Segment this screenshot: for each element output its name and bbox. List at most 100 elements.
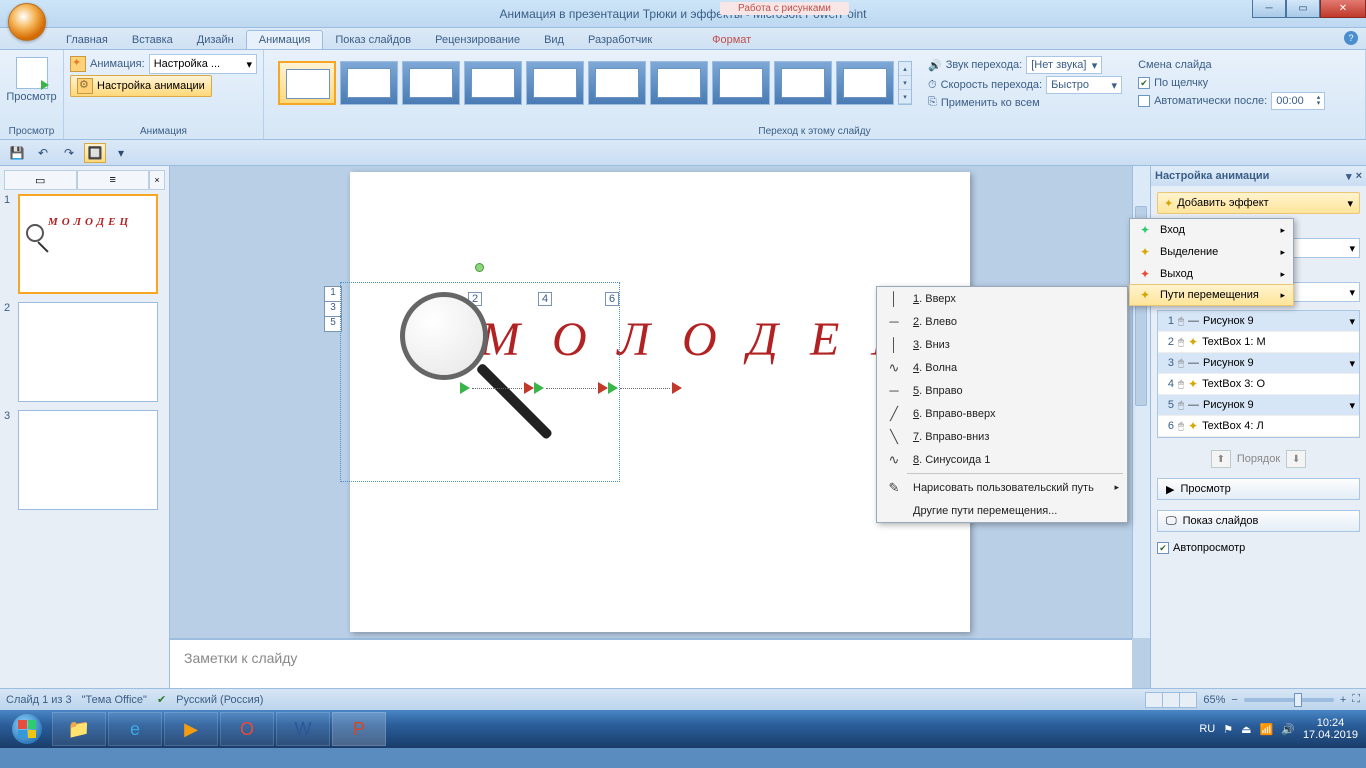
tray-volume-icon[interactable]: 🔊 [1281,723,1295,736]
animate-combo[interactable]: Настройка ...▾ [149,54,257,74]
path-sine[interactable]: ∿8. Синусоида 1 [877,448,1127,471]
path-up[interactable]: │1. Вверх [877,287,1127,310]
apply-all-button[interactable]: ⎘Применить ко всем [928,96,1122,109]
slideshow-view-button[interactable] [1179,692,1197,708]
zoom-out-icon[interactable]: − [1231,694,1237,706]
play-button[interactable]: ▶Просмотр [1157,478,1360,500]
move-up-button[interactable]: ⬆ [1211,450,1231,468]
transition-item[interactable] [402,61,460,105]
tray-safely-remove-icon[interactable]: ⏏ [1241,723,1251,736]
tab-home[interactable]: Главная [54,31,120,49]
start-button[interactable] [4,712,50,746]
gallery-scroll[interactable]: ▴▾▾ [898,61,912,105]
path-down[interactable]: │3. Вниз [877,333,1127,356]
fx-emphasis[interactable]: ✦Выделение▸ [1130,241,1293,263]
transition-gallery[interactable]: ▴▾▾ [270,53,920,113]
notes-pane[interactable]: Заметки к слайду [170,638,1132,688]
transition-none[interactable] [278,61,336,105]
transition-item[interactable] [774,61,832,105]
slideshow-button[interactable]: 🖵Показ слайдов [1157,510,1360,532]
rotate-handle[interactable] [475,263,484,272]
path-upright[interactable]: ╱6. Вправо-вверх [877,402,1127,425]
maximize-button[interactable]: ▭ [1286,0,1320,18]
motion-path[interactable] [460,382,682,394]
tab-insert[interactable]: Вставка [120,31,185,49]
transition-item[interactable] [464,61,522,105]
transition-item[interactable] [340,61,398,105]
undo-icon[interactable]: ↶ [32,143,54,163]
path-right[interactable]: ─5. Вправо [877,379,1127,402]
tab-slideshow[interactable]: Показ слайдов [323,31,423,49]
auto-after-time[interactable]: 00:00▴▾ [1271,92,1325,110]
anim-list-row[interactable]: 1🖱—Рисунок 9▾ [1158,311,1359,332]
tab-review[interactable]: Рецензирование [423,31,532,49]
sorter-view-button[interactable] [1162,692,1180,708]
anim-list-row[interactable]: 4🖱✦TextBox 3: О [1158,374,1359,395]
tab-design[interactable]: Дизайн [185,31,246,49]
tab-format[interactable]: Формат [700,31,763,49]
tray-network-icon[interactable]: 📶 [1260,723,1274,736]
zoom-in-icon[interactable]: + [1340,694,1346,706]
path-downright[interactable]: ╲7. Вправо-вниз [877,425,1127,448]
magnifier-image[interactable] [400,292,488,380]
move-down-button[interactable]: ⬇ [1286,450,1306,468]
path-more[interactable]: Другие пути перемещения... [877,499,1127,522]
thumbnail-1[interactable]: 1 МОЛОДЕЦ [4,194,165,294]
preview-button[interactable]: Просмотр [6,91,56,103]
auto-after-checkbox[interactable] [1138,95,1150,107]
path-custom[interactable]: ✎Нарисовать пользовательский путь▸ [877,476,1127,499]
custom-animation-button[interactable]: Настройка анимации [70,75,212,97]
zoom-value[interactable]: 65% [1203,694,1225,706]
tray-action-center-icon[interactable]: ⚑ [1223,723,1233,736]
qat-selection-icon[interactable]: 🔲 [84,143,106,163]
anim-list-row[interactable]: 5🖱—Рисунок 9▾ [1158,395,1359,416]
redo-icon[interactable]: ↷ [58,143,80,163]
tray-language[interactable]: RU [1199,723,1215,735]
path-wave[interactable]: ∿4. Волна [877,356,1127,379]
anim-list-row[interactable]: 2🖱✦TextBox 1: М [1158,332,1359,353]
anim-list-row[interactable]: 3🖱—Рисунок 9▾ [1158,353,1359,374]
normal-view-button[interactable] [1145,692,1163,708]
help-icon[interactable]: ? [1344,31,1358,45]
tab-animation[interactable]: Анимация [246,30,324,49]
trans-speed-combo[interactable]: Быстро▾ [1046,76,1122,94]
explorer-icon[interactable]: 📁 [52,712,106,746]
taskpane-close-icon[interactable]: × [1356,170,1362,183]
add-effect-button[interactable]: ✦Добавить эффект▾ [1157,192,1360,214]
status-language[interactable]: Русский (Россия) [176,694,263,706]
anim-list-row[interactable]: 6🖱✦TextBox 4: Л [1158,416,1359,437]
taskpane-menu-icon[interactable]: ▾ [1346,170,1352,183]
word-icon[interactable]: W [276,712,330,746]
on-click-checkbox[interactable]: ✔ [1138,77,1150,89]
outline-tab[interactable]: ≡ [77,170,150,189]
autopreview-checkbox[interactable]: ✔ [1157,542,1169,554]
media-icon[interactable]: ▶ [164,712,218,746]
opera-icon[interactable]: O [220,712,274,746]
fx-entry[interactable]: ✦Вход▸ [1130,219,1293,241]
tab-developer[interactable]: Разработчик [576,31,664,49]
tray-clock[interactable]: 10:2417.04.2019 [1303,717,1358,741]
thumb-close[interactable]: × [149,170,165,189]
ie-icon[interactable]: e [108,712,162,746]
minimize-button[interactable]: ─ [1252,0,1286,18]
transition-item[interactable] [836,61,894,105]
powerpoint-icon[interactable]: P [332,712,386,746]
office-button[interactable] [8,3,46,41]
transition-item[interactable] [526,61,584,105]
fit-window-icon[interactable]: ⛶ [1352,693,1360,706]
qat-dropdown[interactable]: ▾ [110,143,132,163]
animation-list[interactable]: 1🖱—Рисунок 9▾2🖱✦TextBox 1: М3🖱—Рисунок 9… [1157,310,1360,438]
sound-combo[interactable]: [Нет звука]▾ [1026,56,1102,74]
fx-exit[interactable]: ✦Выход▸ [1130,263,1293,285]
path-left[interactable]: ─2. Влево [877,310,1127,333]
thumbnail-3[interactable]: 3 [4,410,165,510]
transition-item[interactable] [712,61,770,105]
transition-item[interactable] [650,61,708,105]
thumbnail-2[interactable]: 2 [4,302,165,402]
save-icon[interactable]: 💾 [6,143,28,163]
zoom-slider[interactable] [1244,698,1334,702]
tab-view[interactable]: Вид [532,31,576,49]
close-button[interactable]: ✕ [1320,0,1366,18]
transition-item[interactable] [588,61,646,105]
fx-motion[interactable]: ✦Пути перемещения▸ [1129,284,1294,306]
